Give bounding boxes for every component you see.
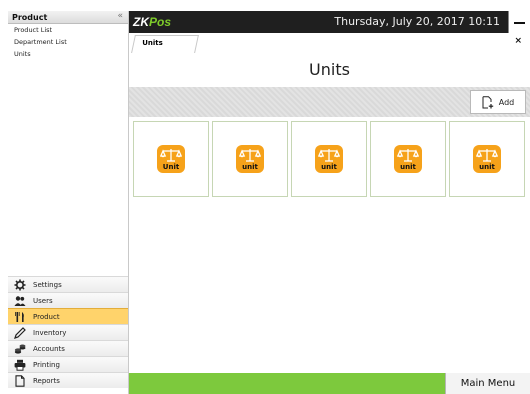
scale-icon: unit [236, 145, 264, 173]
unit-card-label: unit [400, 163, 416, 171]
sidebar-header: Product « [8, 11, 128, 24]
sidebar-item-department-list[interactable]: Department List [8, 36, 128, 48]
minimize-icon [514, 22, 525, 24]
add-button-label: Add [498, 97, 515, 107]
tab-units[interactable]: Units [131, 35, 199, 53]
tab-strip: Units × [129, 33, 530, 53]
printer-icon [13, 359, 27, 371]
scale-icon: unit [394, 145, 422, 173]
page-title: Units [309, 60, 350, 79]
collapse-sidebar-icon[interactable]: « [117, 11, 123, 22]
coins-icon [13, 343, 27, 355]
nav-item-product[interactable]: Product [8, 308, 128, 324]
unit-card-label: unit [242, 163, 258, 171]
document-icon [13, 374, 27, 387]
unit-card-label: unit [321, 163, 337, 171]
scale-icon: unit [473, 145, 501, 173]
nav-item-accounts[interactable]: Accounts [8, 340, 128, 356]
app-logo: ZKPos [133, 15, 171, 29]
logo-zk: ZK [133, 15, 149, 29]
fork-knife-icon [13, 311, 27, 323]
top-bar: ZKPos Thursday, July 20, 2017 10:11 [129, 11, 530, 33]
nav-item-printing[interactable]: Printing [8, 356, 128, 372]
unit-card[interactable]: unit [212, 121, 288, 197]
pencil-icon [13, 326, 27, 339]
nav-label-inventory: Inventory [33, 328, 67, 337]
nav-item-inventory[interactable]: Inventory [8, 324, 128, 340]
scale-icon: unit [315, 145, 343, 173]
gear-icon [13, 279, 27, 291]
unit-card[interactable]: Unit [133, 121, 209, 197]
status-bar [129, 373, 445, 394]
toolbar: Add [129, 87, 530, 117]
nav-label-accounts: Accounts [33, 344, 65, 353]
nav-label-product: Product [33, 312, 60, 321]
unit-card-label: unit [479, 163, 495, 171]
nav-item-users[interactable]: Users [8, 292, 128, 308]
sidebar-item-units[interactable]: Units [8, 48, 128, 60]
unit-card-label: Unit [162, 163, 180, 171]
datetime-display: Thursday, July 20, 2017 10:11 [334, 15, 500, 28]
nav-item-settings[interactable]: Settings [8, 276, 128, 292]
users-icon [13, 295, 27, 307]
add-document-icon [482, 95, 493, 108]
main-menu-button[interactable]: Main Menu [445, 373, 530, 394]
unit-card[interactable]: unit [449, 121, 525, 197]
sidebar-item-product-list[interactable]: Product List [8, 24, 128, 36]
minimize-button[interactable] [508, 11, 530, 33]
close-tab-icon[interactable]: × [514, 36, 522, 46]
unit-card[interactable]: unit [370, 121, 446, 197]
sidebar-sub-list: Product List Department List Units [8, 24, 128, 276]
sidebar: Product « Product List Department List U… [8, 11, 129, 394]
unit-card-grid: Unit unit unit unit unit [133, 121, 525, 197]
logo-pos: Pos [149, 15, 172, 29]
sidebar-title: Product [12, 13, 48, 22]
unit-card[interactable]: unit [291, 121, 367, 197]
add-button[interactable]: Add [470, 90, 526, 114]
nav-label-printing: Printing [33, 360, 60, 369]
nav-label-reports: Reports [33, 376, 60, 385]
nav-label-settings: Settings [33, 280, 62, 289]
scale-icon: Unit [157, 145, 185, 173]
nav-label-users: Users [33, 296, 53, 305]
nav-item-reports[interactable]: Reports [8, 372, 128, 388]
tab-units-label: Units [142, 39, 163, 47]
